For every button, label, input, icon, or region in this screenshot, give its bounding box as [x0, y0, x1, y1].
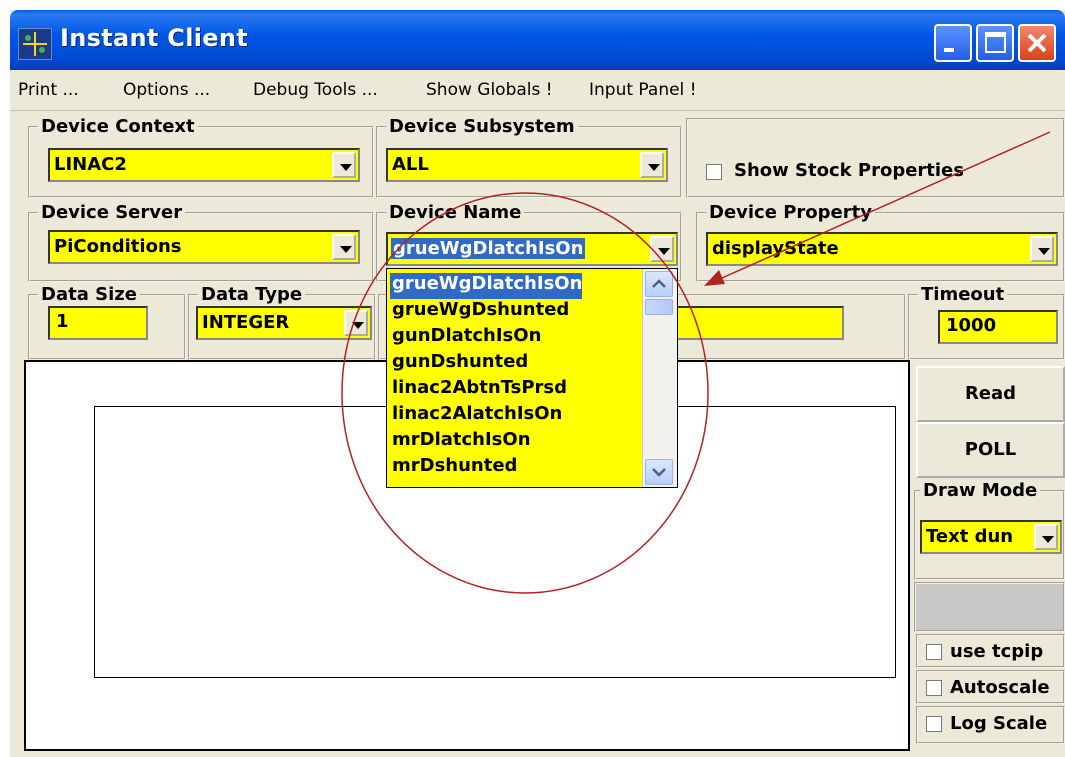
annotation-overlay [341, 131, 1051, 594]
annotation-arrow [721, 131, 1051, 279]
arrowhead-icon [704, 270, 725, 286]
highlight-circle [341, 192, 709, 594]
